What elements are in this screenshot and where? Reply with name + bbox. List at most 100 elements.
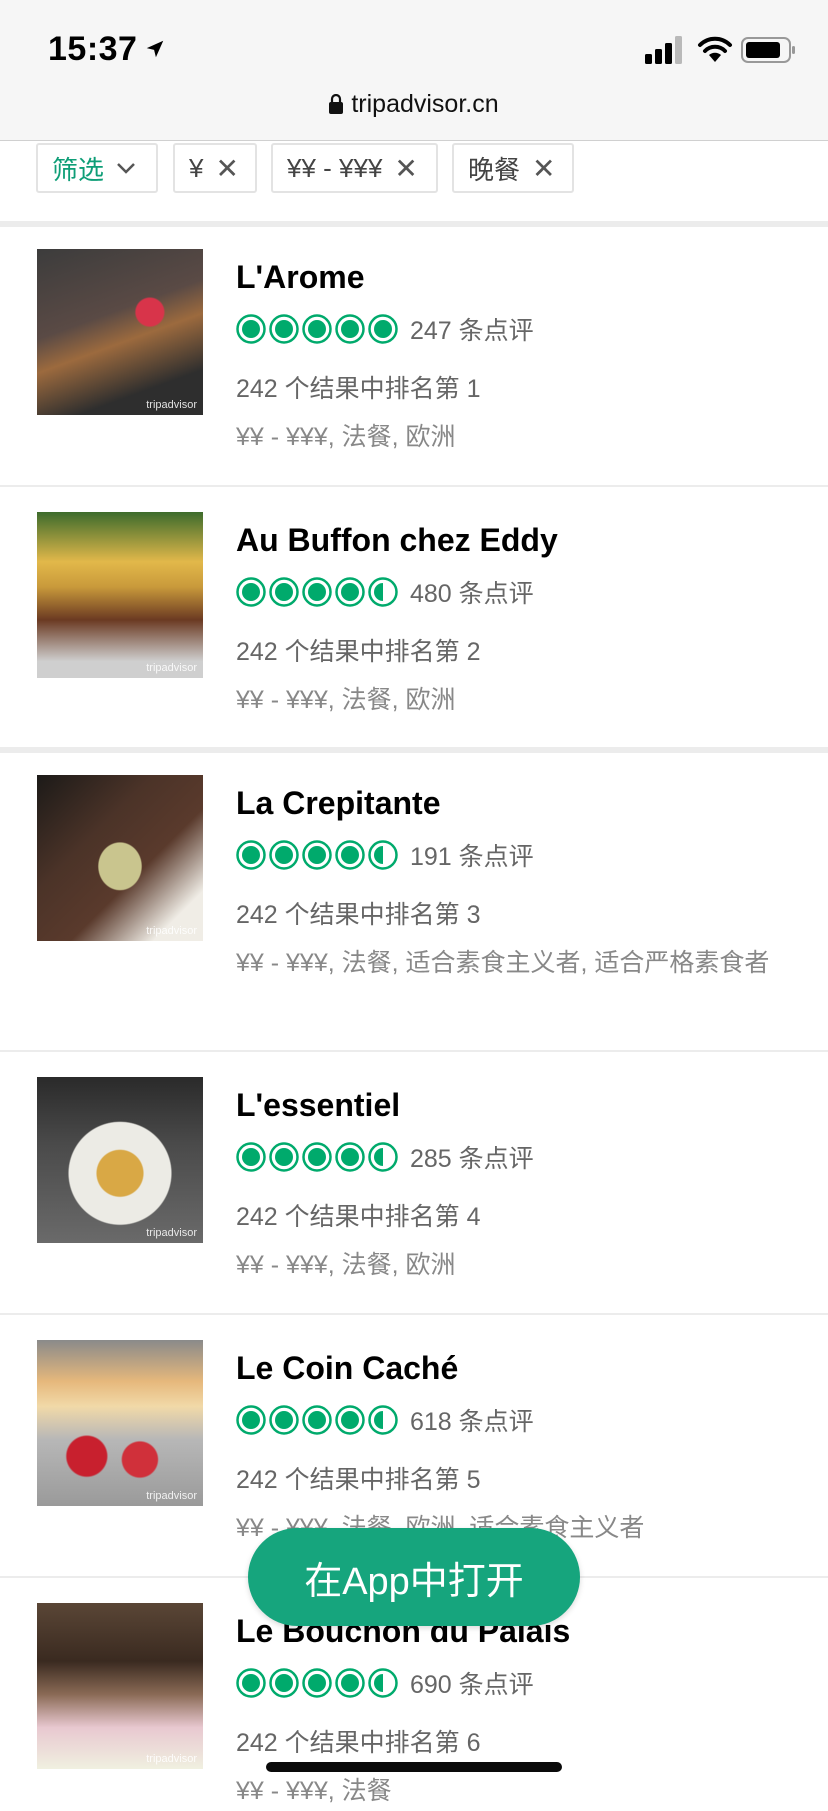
bubble-full-icon bbox=[302, 840, 332, 870]
restaurant-photo[interactable]: tripadvisor bbox=[37, 775, 203, 941]
review-count[interactable]: 247 条点评 bbox=[410, 311, 534, 347]
cuisine-text: ¥¥ - ¥¥¥, 法餐, 适合素食主义者, 适合严格素食者 bbox=[236, 949, 770, 977]
photo-watermark: tripadvisor bbox=[146, 1490, 197, 1502]
restaurant-name[interactable]: Au Buffon chez Eddy bbox=[236, 522, 558, 559]
bubble-full-icon bbox=[335, 1668, 365, 1698]
review-count[interactable]: 285 条点评 bbox=[410, 1139, 534, 1175]
lock-icon bbox=[329, 94, 344, 114]
rating-row: 618 条点评 bbox=[236, 1404, 534, 1436]
bubble-full-icon bbox=[302, 577, 332, 607]
rating-bubbles bbox=[236, 577, 398, 607]
filter-label: 筛选 bbox=[52, 154, 105, 185]
bubble-full-icon bbox=[335, 840, 365, 870]
bubble-full-icon bbox=[269, 1142, 299, 1172]
bubble-full-icon bbox=[302, 1405, 332, 1435]
cuisine-text: ¥¥ - ¥¥¥, 法餐 bbox=[236, 1777, 392, 1805]
chip-dinner[interactable]: 晚餐 ✕ bbox=[452, 143, 574, 193]
ranking-text: 242 个结果中排名第 1 bbox=[236, 375, 481, 403]
open-in-app-button[interactable]: 在App中打开 bbox=[248, 1528, 580, 1626]
restaurant-item[interactable]: tripadvisor Au Buffon chez Eddy 480 条点评 … bbox=[0, 490, 828, 748]
bubble-full-icon bbox=[269, 840, 299, 870]
chevron-down-icon bbox=[117, 163, 135, 174]
status-time: 15:37 bbox=[48, 30, 138, 68]
bubble-full-icon bbox=[269, 577, 299, 607]
rating-bubbles bbox=[236, 1142, 398, 1172]
bubble-full-icon bbox=[269, 1405, 299, 1435]
bubble-full-icon bbox=[335, 1142, 365, 1172]
bubble-full-icon bbox=[236, 840, 266, 870]
url-bar[interactable]: tripadvisor.cn bbox=[0, 92, 828, 141]
close-icon[interactable]: ✕ bbox=[394, 152, 417, 185]
restaurant-item[interactable]: tripadvisor L'Arome 247 条点评 242 个结果中排名第 … bbox=[0, 227, 828, 486]
bubble-full-icon bbox=[368, 314, 398, 344]
bubble-full-icon bbox=[236, 1142, 266, 1172]
review-count[interactable]: 618 条点评 bbox=[410, 1402, 534, 1438]
status-bar: 15:37 bbox=[0, 0, 828, 92]
photo-watermark: tripadvisor bbox=[146, 925, 197, 937]
url-display[interactable]: tripadvisor.cn bbox=[0, 92, 828, 117]
home-indicator[interactable] bbox=[266, 1762, 562, 1772]
rating-row: 247 条点评 bbox=[236, 313, 534, 345]
bubble-full-icon bbox=[302, 1142, 332, 1172]
chip-label: ¥ bbox=[189, 152, 204, 183]
filter-bar: 筛选 ¥ ✕ ¥¥ - ¥¥¥ ✕ 晚餐 ✕ bbox=[0, 141, 828, 221]
restaurant-name[interactable]: Le Coin Caché bbox=[236, 1350, 458, 1387]
review-count[interactable]: 191 条点评 bbox=[410, 837, 534, 873]
photo-watermark: tripadvisor bbox=[146, 1753, 197, 1765]
bubble-half-icon bbox=[368, 1668, 398, 1698]
chip-label: 晚餐 bbox=[468, 154, 521, 185]
photo-watermark: tripadvisor bbox=[146, 1227, 197, 1239]
bubble-half-icon bbox=[368, 1405, 398, 1435]
item-divider bbox=[0, 1313, 828, 1315]
ranking-text: 242 个结果中排名第 6 bbox=[236, 1729, 481, 1757]
bubble-full-icon bbox=[302, 1668, 332, 1698]
bubble-full-icon bbox=[236, 1668, 266, 1698]
bubble-full-icon bbox=[302, 314, 332, 344]
rating-bubbles bbox=[236, 1668, 398, 1698]
restaurant-photo[interactable]: tripadvisor bbox=[37, 1340, 203, 1506]
review-count[interactable]: 480 条点评 bbox=[410, 574, 534, 610]
filter-button[interactable]: 筛选 bbox=[36, 143, 158, 193]
close-icon[interactable]: ✕ bbox=[215, 152, 238, 185]
cuisine-text: ¥¥ - ¥¥¥, 法餐, 欧洲 bbox=[236, 423, 456, 451]
bubble-half-icon bbox=[368, 1142, 398, 1172]
rating-row: 690 条点评 bbox=[236, 1667, 534, 1699]
bubble-full-icon bbox=[335, 577, 365, 607]
ranking-text: 242 个结果中排名第 4 bbox=[236, 1203, 481, 1231]
restaurant-item[interactable]: tripadvisor L'essentiel 285 条点评 242 个结果中… bbox=[0, 1055, 828, 1314]
ranking-text: 242 个结果中排名第 2 bbox=[236, 638, 481, 666]
restaurant-photo[interactable]: tripadvisor bbox=[37, 1077, 203, 1243]
cuisine-text: ¥¥ - ¥¥¥, 法餐, 欧洲 bbox=[236, 686, 456, 714]
restaurant-name[interactable]: L'essentiel bbox=[236, 1087, 400, 1124]
restaurant-photo[interactable]: tripadvisor bbox=[37, 1603, 203, 1769]
rating-row: 191 条点评 bbox=[236, 839, 534, 871]
bubble-full-icon bbox=[236, 1405, 266, 1435]
restaurant-photo[interactable]: tripadvisor bbox=[37, 512, 203, 678]
bubble-full-icon bbox=[269, 314, 299, 344]
rating-row: 285 条点评 bbox=[236, 1141, 534, 1173]
signal-icon bbox=[645, 36, 682, 64]
restaurant-photo[interactable]: tripadvisor bbox=[37, 249, 203, 415]
battery-icon bbox=[741, 37, 795, 63]
restaurant-item[interactable]: tripadvisor La Crepitante 191 条点评 242 个结… bbox=[0, 753, 828, 1051]
bubble-full-icon bbox=[269, 1668, 299, 1698]
cuisine-text: ¥¥ - ¥¥¥, 法餐, 欧洲 bbox=[236, 1251, 456, 1279]
chip-price-low[interactable]: ¥ ✕ bbox=[173, 143, 257, 193]
bubble-full-icon bbox=[335, 1405, 365, 1435]
bubble-full-icon bbox=[236, 577, 266, 607]
restaurant-name[interactable]: L'Arome bbox=[236, 259, 365, 296]
photo-watermark: tripadvisor bbox=[146, 662, 197, 674]
chip-label: ¥¥ - ¥¥¥ bbox=[287, 152, 383, 183]
bubble-half-icon bbox=[368, 840, 398, 870]
ranking-text: 242 个结果中排名第 3 bbox=[236, 901, 481, 929]
item-divider bbox=[0, 485, 828, 487]
photo-watermark: tripadvisor bbox=[146, 399, 197, 411]
rating-bubbles bbox=[236, 840, 398, 870]
bubble-full-icon bbox=[335, 314, 365, 344]
chip-price-mid[interactable]: ¥¥ - ¥¥¥ ✕ bbox=[271, 143, 438, 193]
rating-bubbles bbox=[236, 314, 398, 344]
close-icon[interactable]: ✕ bbox=[532, 152, 555, 185]
item-divider bbox=[0, 1050, 828, 1052]
review-count[interactable]: 690 条点评 bbox=[410, 1665, 534, 1701]
restaurant-name[interactable]: La Crepitante bbox=[236, 785, 440, 822]
